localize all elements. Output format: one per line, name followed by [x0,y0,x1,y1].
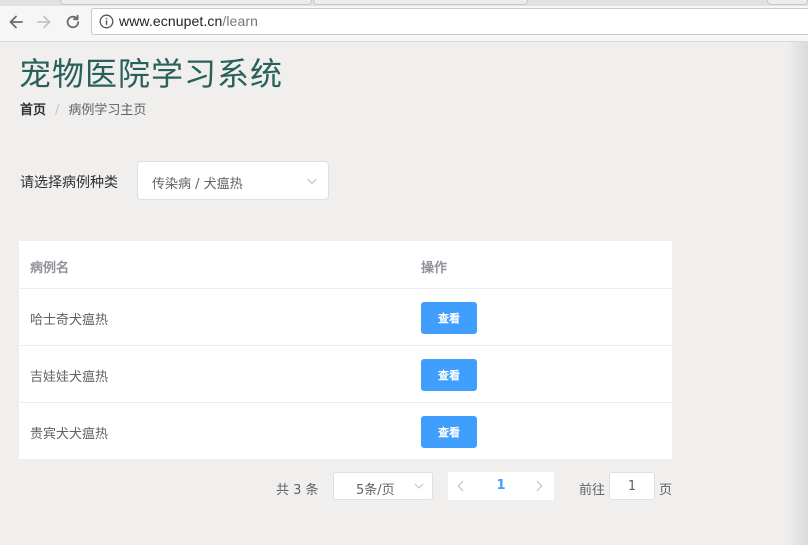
goto-suffix: 页 [659,483,673,498]
view-button[interactable]: 查看 [421,302,477,334]
view-button[interactable]: 查看 [421,359,477,391]
table-row: 吉娃娃犬瘟热 查看 [19,346,672,403]
forward-button[interactable] [33,11,55,33]
url-text: www.ecnupet.cn/learn [119,13,258,29]
column-header-name: 病例名 [30,261,70,276]
page-size-value: 5条/页 [356,483,395,498]
case-type-value: 传染病 / 犬瘟热 [152,177,243,192]
pager: 1 [448,472,554,500]
table-row: 哈士奇犬瘟热 查看 [19,289,672,346]
case-type-cascader[interactable]: 传染病 / 犬瘟热 [137,161,329,200]
table-row: 贵宾犬犬瘟热 查看 [19,403,672,459]
page-size-select[interactable]: 5条/页 [333,472,433,500]
tab-strip [0,0,808,6]
browser-toolbar: www.ecnupet.cn/learn [0,0,808,42]
view-button[interactable]: 查看 [421,416,477,448]
breadcrumb: 首页 / 病例学习主页 [20,99,146,118]
chevron-down-icon [307,178,317,185]
column-header-action: 操作 [421,261,448,276]
browser-tab[interactable] [60,0,312,5]
case-name: 哈士奇犬瘟热 [30,313,109,328]
table-header: 病例名 操作 [19,241,672,289]
back-button[interactable] [5,11,27,33]
reload-icon [66,14,80,29]
breadcrumb-home[interactable]: 首页 [20,103,46,118]
info-icon[interactable] [99,14,114,29]
goto-page-input[interactable] [609,472,655,500]
case-name: 贵宾犬犬瘟热 [30,427,109,442]
breadcrumb-separator: / [55,103,60,118]
arrow-left-icon [9,15,23,29]
pagination-total: 共 3 条 [276,483,319,498]
case-table: 病例名 操作 哈士奇犬瘟热 查看 吉娃娃犬瘟热 查看 贵宾犬犬瘟热 查看 [19,241,672,459]
browser-tab[interactable] [313,0,528,5]
case-name: 吉娃娃犬瘟热 [30,370,109,385]
reload-button[interactable] [62,11,84,33]
browser-tab[interactable] [767,0,808,5]
arrow-right-icon [37,15,51,29]
address-bar[interactable]: www.ecnupet.cn/learn [91,8,808,35]
chevron-right-icon[interactable] [534,480,544,492]
page-title: 宠物医院学习系统 [19,55,284,93]
case-type-label: 请选择病例种类 [20,175,118,191]
drawer-shadow [786,42,808,545]
goto-label: 前往 [579,483,606,498]
chevron-down-icon [414,483,424,489]
breadcrumb-current: 病例学习主页 [68,103,147,118]
